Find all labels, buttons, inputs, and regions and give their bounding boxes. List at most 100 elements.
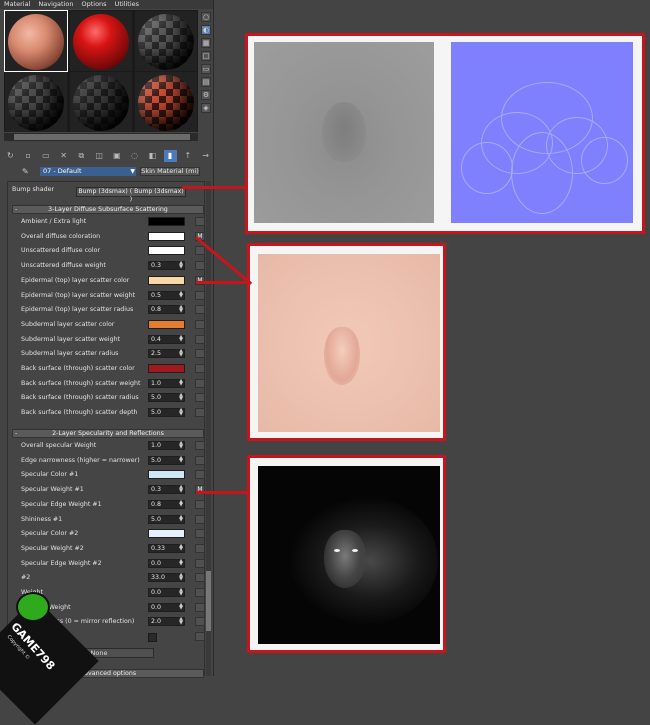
map-button[interactable] xyxy=(195,573,205,583)
reset-map-icon[interactable]: ✕ xyxy=(57,150,70,162)
map-button[interactable] xyxy=(195,246,205,256)
color-swatch[interactable] xyxy=(148,275,185,285)
sample-slot-1[interactable] xyxy=(4,10,68,72)
value-spinner[interactable]: 5.0 ▲ ▼ xyxy=(148,393,185,403)
spinner-arrows-icon[interactable]: ▲ ▼ xyxy=(179,290,183,299)
map-button[interactable] xyxy=(195,499,205,509)
value-spinner[interactable]: 2.5 ▲ ▼ xyxy=(148,349,185,359)
make-unique-icon[interactable]: ◫ xyxy=(93,150,106,162)
spinner-arrows-icon[interactable]: ▲ ▼ xyxy=(179,261,183,270)
value-spinner[interactable]: 33.0 ▲ ▼ xyxy=(148,573,185,583)
options-icon[interactable]: ⚙ xyxy=(201,90,211,100)
map-button[interactable] xyxy=(195,319,205,329)
map-button[interactable] xyxy=(195,558,205,568)
spec-rollout-header[interactable]: - 2-Layer Specularity and Reflections xyxy=(12,429,204,438)
spinner-arrows-icon[interactable]: ▲ ▼ xyxy=(179,499,183,508)
bump-shader-button[interactable]: Bump (3dsmax) ( Bump (3dsmax) ) xyxy=(76,187,186,203)
background-checker-icon[interactable]: ▦ xyxy=(201,38,211,48)
value-spinner[interactable]: 0.0 ▲ ▼ xyxy=(148,558,185,568)
sample-type-icon[interactable]: ○ xyxy=(201,12,211,22)
backlight-icon[interactable]: ◐ xyxy=(201,25,211,35)
color-swatch[interactable] xyxy=(148,231,185,241)
map-button[interactable] xyxy=(195,334,205,344)
map-button[interactable] xyxy=(195,261,205,271)
map-button[interactable] xyxy=(195,470,205,480)
spinner-arrows-icon[interactable]: ▲ ▼ xyxy=(179,334,183,343)
spinner-arrows-icon[interactable]: ▲ ▼ xyxy=(179,485,183,494)
value-spinner[interactable]: 0.8 ▲ ▼ xyxy=(148,499,185,509)
select-by-material-icon[interactable]: ◈ xyxy=(201,103,211,113)
spinner-arrows-icon[interactable]: ▲ ▼ xyxy=(179,441,183,450)
slots-scrollbar[interactable] xyxy=(4,133,198,141)
put-to-scene-icon[interactable]: ▫ xyxy=(22,150,35,162)
map-button[interactable] xyxy=(195,290,205,300)
value-spinner[interactable]: 1.0 ▲ ▼ xyxy=(148,378,185,388)
map-button[interactable] xyxy=(195,602,205,612)
color-swatch[interactable] xyxy=(148,364,185,373)
sample-slot-6[interactable] xyxy=(135,72,197,132)
make-preview-icon[interactable]: ▤ xyxy=(201,77,211,87)
material-id-icon[interactable]: ◌ xyxy=(128,150,141,162)
color-swatch[interactable] xyxy=(148,217,185,226)
value-spinner[interactable]: 0.5 ▲ ▼ xyxy=(148,290,185,300)
sample-slot-2[interactable] xyxy=(70,11,132,71)
spinner-arrows-icon[interactable]: ▲ ▼ xyxy=(179,455,183,464)
sss-rollout-header[interactable]: - 3-Layer Diffuse Subsurface Scattering xyxy=(12,205,204,214)
map-button[interactable] xyxy=(195,217,205,226)
spinner-arrows-icon[interactable]: ▲ ▼ xyxy=(179,558,183,567)
spinner-arrows-icon[interactable]: ▲ ▼ xyxy=(179,588,183,597)
spinner-arrows-icon[interactable]: ▲ ▼ xyxy=(179,378,183,387)
put-to-library-icon[interactable]: ▣ xyxy=(111,150,124,162)
color-swatch[interactable] xyxy=(148,319,185,329)
map-button[interactable] xyxy=(195,393,205,403)
map-button[interactable] xyxy=(195,529,205,539)
sample-slot-4[interactable] xyxy=(5,72,67,132)
color-swatch[interactable] xyxy=(148,246,185,256)
value-spinner[interactable]: 0.8 ▲ ▼ xyxy=(148,305,185,315)
map-button[interactable] xyxy=(195,364,205,373)
go-to-parent-icon[interactable]: ↑ xyxy=(182,150,195,162)
value-spinner[interactable]: 1.0 ▲ ▼ xyxy=(148,441,185,450)
uv-tiling-icon[interactable]: □ xyxy=(201,51,211,61)
map-button[interactable] xyxy=(195,455,205,465)
show-map-in-viewport-icon[interactable]: ◧ xyxy=(146,150,159,162)
value-spinner[interactable]: 5.0 ▲ ▼ xyxy=(148,408,185,418)
color-swatch[interactable] xyxy=(148,470,185,480)
map-button[interactable] xyxy=(195,378,205,388)
color-swatch[interactable] xyxy=(148,529,185,539)
value-spinner[interactable]: 0.0 ▲ ▼ xyxy=(148,602,185,612)
checkbox[interactable] xyxy=(148,633,157,643)
sample-slot-3[interactable] xyxy=(135,11,197,71)
spinner-arrows-icon[interactable]: ▲ ▼ xyxy=(179,543,183,552)
spinner-arrows-icon[interactable]: ▲ ▼ xyxy=(179,573,183,582)
map-button[interactable] xyxy=(195,514,205,524)
map-button[interactable] xyxy=(195,543,205,553)
menu-material[interactable]: Material xyxy=(4,0,30,9)
spinner-arrows-icon[interactable]: ▲ ▼ xyxy=(179,602,183,611)
sample-slot-5[interactable] xyxy=(70,72,132,132)
rollout-scrollbar[interactable] xyxy=(206,181,211,676)
assign-to-selection-icon[interactable]: ▭ xyxy=(40,150,53,162)
spinner-arrows-icon[interactable]: ▲ ▼ xyxy=(179,393,183,402)
spinner-arrows-icon[interactable]: ▲ ▼ xyxy=(179,617,183,626)
menu-navigation[interactable]: Navigation xyxy=(38,0,73,9)
map-button[interactable] xyxy=(195,617,205,627)
spinner-arrows-icon[interactable]: ▲ ▼ xyxy=(179,305,183,314)
map-button[interactable] xyxy=(195,632,205,642)
video-color-icon[interactable]: ▭ xyxy=(201,64,211,74)
map-button[interactable] xyxy=(195,349,205,359)
value-spinner[interactable]: 0.3 ▲ ▼ xyxy=(148,485,185,495)
map-button[interactable] xyxy=(195,588,205,597)
pick-material-icon[interactable]: ✎ xyxy=(22,167,29,176)
go-forward-icon[interactable]: → xyxy=(199,150,212,162)
value-spinner[interactable]: 0.0 ▲ ▼ xyxy=(148,588,185,597)
menu-options[interactable]: Options xyxy=(81,0,106,9)
map-button[interactable] xyxy=(195,408,205,418)
spinner-arrows-icon[interactable]: ▲ ▼ xyxy=(179,514,183,523)
value-spinner[interactable]: 5.0 ▲ ▼ xyxy=(148,514,185,524)
material-type-button[interactable]: Skin Material (mi) xyxy=(140,167,200,176)
value-spinner[interactable]: 2.0 ▲ ▼ xyxy=(148,617,185,627)
spinner-arrows-icon[interactable]: ▲ ▼ xyxy=(179,349,183,358)
value-spinner[interactable]: 0.4 ▲ ▼ xyxy=(148,334,185,344)
value-spinner[interactable]: 0.33 ▲ ▼ xyxy=(148,543,185,553)
